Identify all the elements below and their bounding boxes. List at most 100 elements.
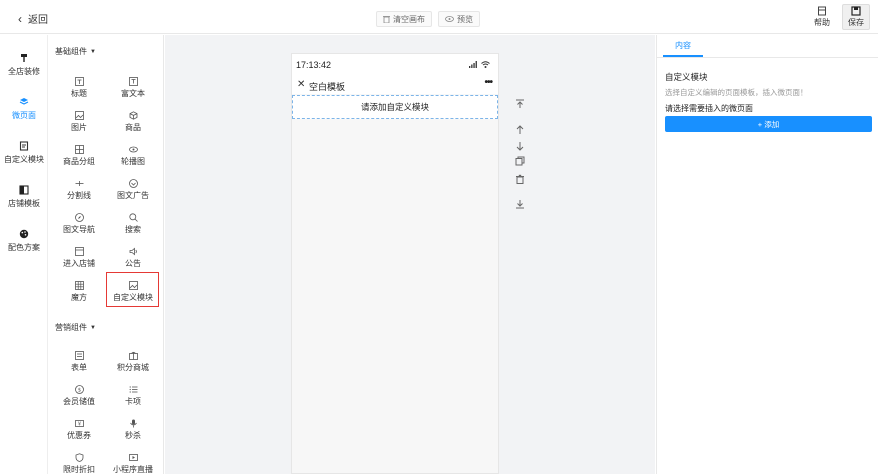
layers-icon (19, 98, 29, 105)
wifi-icon (481, 61, 490, 68)
brush-icon (21, 54, 27, 62)
component-product[interactable]: 商品 (110, 111, 156, 133)
move-up-icon[interactable] (514, 124, 526, 136)
component-search[interactable]: 搜索 (110, 213, 156, 235)
nav-label: 微页面 (12, 111, 36, 120)
mic-icon (129, 419, 138, 428)
grid-icon (74, 145, 84, 154)
move-down-icon[interactable] (514, 140, 526, 152)
component-label: 积分商城 (117, 363, 149, 372)
template-icon (19, 185, 29, 195)
component-coupon[interactable]: ¥ 优惠券 (56, 419, 102, 441)
tab-divider (657, 57, 878, 58)
component-product-group[interactable]: 商品分组 (56, 145, 102, 167)
module-icon (19, 141, 29, 151)
component-title[interactable]: 标题 (56, 77, 102, 99)
component-notice[interactable]: 公告 (110, 247, 156, 269)
nav-item-shop-decoration[interactable]: 全店装修 (0, 53, 48, 77)
move-top-icon[interactable] (514, 98, 526, 110)
close-icon[interactable]: ✕ (297, 79, 305, 90)
marketing-components-header[interactable]: 营销组件 ▼ (55, 322, 96, 333)
component-image-nav[interactable]: 图文导航 (56, 213, 102, 235)
component-divider[interactable]: 分割线 (56, 179, 102, 201)
nav-label: 自定义模块 (4, 155, 44, 164)
delete-icon[interactable] (514, 173, 526, 185)
component-label: 图片 (71, 123, 87, 132)
save-button[interactable]: 保存 (842, 4, 870, 30)
tab-content[interactable]: 内容 (663, 35, 703, 57)
component-time-discount[interactable]: 限时折扣 (56, 453, 102, 475)
title-icon (74, 77, 84, 86)
phone-status-bar: 17:13:42 (292, 54, 498, 76)
highlight-box (106, 272, 159, 307)
rich-text-icon (128, 77, 138, 86)
component-label: 图文广告 (117, 191, 149, 200)
component-card-item[interactable]: 卡项 (110, 385, 156, 407)
component-label: 搜索 (125, 225, 141, 234)
phone-page-title: 空白模板 (309, 82, 346, 92)
basic-components-header[interactable]: 基础组件 ▼ (55, 46, 96, 57)
component-image[interactable]: 图片 (56, 111, 102, 133)
svg-text:¥: ¥ (77, 422, 80, 428)
nav-label: 全店装修 (8, 67, 40, 76)
properties-panel: 内容 自定义模块 选择自定义编辑的页面模板，插入微页面！ 请选择需要插入的微页面… (656, 35, 878, 474)
list-icon (129, 385, 138, 394)
component-label: 富文本 (121, 89, 145, 98)
back-button[interactable]: ‹ 返回 (18, 11, 48, 27)
component-label: 进入店铺 (63, 259, 95, 268)
add-button-label: + 添加 (757, 119, 780, 129)
canvas-area: 17:13:42 ✕ 空白模板 ••• 请添加自定义模块 (165, 35, 655, 474)
component-rich-text[interactable]: 富文本 (110, 77, 156, 99)
coupon-icon: ¥ (74, 419, 84, 428)
component-member-recharge[interactable]: $ 会员储值 (56, 385, 102, 407)
eye-icon (445, 16, 454, 22)
tab-content-label: 内容 (675, 40, 691, 50)
select-page-label: 请选择需要插入的微页面 (665, 104, 753, 113)
phone-nav-bar: ✕ 空白模板 ••• (292, 76, 498, 94)
status-time: 17:13:42 (296, 60, 332, 70)
component-label: 标题 (71, 89, 87, 98)
nav-item-micro-page[interactable]: 微页面 (0, 97, 48, 121)
section-title: 营销组件 (55, 323, 87, 332)
component-label: 优惠券 (67, 431, 91, 440)
clear-canvas-button[interactable]: 清空画布 (376, 11, 432, 27)
nav-item-shop-template[interactable]: 店铺模板 (0, 185, 48, 209)
carousel-icon (128, 145, 138, 154)
more-icon[interactable]: ••• (484, 77, 492, 88)
component-points-mall[interactable]: 积分商城 (110, 351, 156, 373)
shop-icon (74, 247, 84, 256)
component-enter-shop[interactable]: 进入店铺 (56, 247, 102, 269)
search-icon (128, 213, 138, 222)
speaker-icon (129, 247, 138, 256)
component-flash-sale[interactable]: 秒杀 (110, 419, 156, 441)
phone-preview: 17:13:42 ✕ 空白模板 ••• 请添加自定义模块 (291, 53, 499, 474)
shield-icon (75, 453, 84, 462)
panel-title: 自定义模块 (665, 72, 708, 82)
component-label: 图文导航 (63, 225, 95, 234)
form-icon (74, 351, 84, 360)
help-button[interactable]: 帮助 (808, 4, 836, 30)
add-custom-module-placeholder[interactable]: 请添加自定义模块 (292, 95, 498, 119)
copy-icon[interactable] (514, 155, 526, 167)
compass-icon (74, 213, 84, 222)
book-icon (818, 6, 826, 16)
component-label: 卡项 (125, 397, 141, 406)
component-form[interactable]: 表单 (56, 351, 102, 373)
caret-down-icon: ▼ (90, 324, 96, 331)
cube-grid-icon (74, 281, 84, 290)
component-image-ad[interactable]: 图文广告 (110, 179, 156, 201)
component-carousel[interactable]: 轮播图 (110, 145, 156, 167)
save-icon (851, 6, 861, 16)
component-live-stream[interactable]: 小程序直播 (110, 453, 156, 475)
nav-item-color-scheme[interactable]: 配色方案 (0, 229, 48, 253)
component-label: 分割线 (67, 191, 91, 200)
add-micro-page-button[interactable]: + 添加 (665, 116, 872, 132)
move-bottom-icon[interactable] (514, 198, 526, 210)
box-icon (129, 111, 138, 120)
image-ad-icon (128, 179, 138, 188)
preview-label: 预览 (457, 14, 473, 24)
nav-item-custom-module[interactable]: 自定义模块 (0, 141, 48, 165)
component-magic-cube[interactable]: 魔方 (56, 281, 102, 303)
component-label: 公告 (125, 259, 141, 268)
preview-button[interactable]: 预览 (438, 11, 480, 27)
